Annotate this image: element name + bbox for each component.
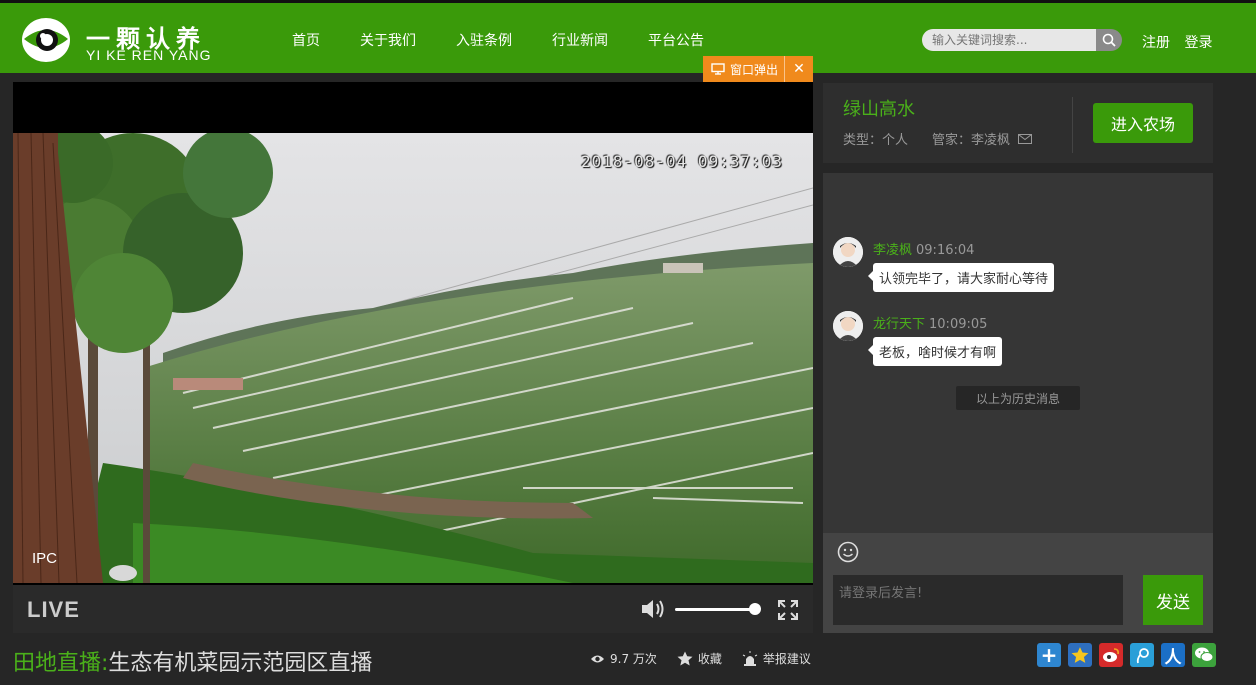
login-link[interactable]: 登录 — [1184, 35, 1212, 51]
volume-slider-handle[interactable] — [749, 603, 761, 615]
search-box — [922, 29, 1122, 51]
farm-info-panel: 绿山高水 类型：个人 管家：李凌枫 进入农场 — [823, 83, 1213, 163]
eye-icon — [591, 655, 604, 662]
nav-terms[interactable]: 入驻条例 — [436, 30, 532, 50]
chat-bubble: 认领完毕了，请大家耐心等待 — [867, 263, 1055, 292]
chat-message: 龙行天下 10:09:05 老板，啥时候才有啊 — [833, 311, 1203, 371]
program-title: 田地直播:生态有机菜园示范园区直播 — [13, 645, 372, 677]
player-controls: LIVE — [13, 585, 813, 633]
chat-message-input[interactable] — [833, 575, 1123, 625]
divider — [1072, 97, 1073, 153]
popout-window-button: 窗口弹出 ✕ — [703, 56, 813, 82]
camera-watermark: IPC — [32, 550, 58, 567]
enter-farm-button[interactable]: 进入农场 — [1093, 103, 1193, 143]
renren-icon[interactable]: 人 — [1161, 643, 1185, 668]
mail-icon[interactable] — [1018, 133, 1033, 144]
user-avatar-icon — [833, 237, 863, 267]
user-avatar-icon — [833, 311, 863, 341]
live-indicator: LIVE — [27, 597, 80, 622]
auth-links: 注册 登录 — [1142, 32, 1222, 52]
video-timestamp: 2018-08-04 09:37:03 — [580, 152, 783, 171]
farm-camera-feed — [13, 133, 813, 583]
star-icon — [677, 651, 693, 666]
emoji-icon[interactable] — [837, 541, 859, 563]
chat-bubble: 老板，啥时候才有啊 — [867, 337, 1003, 366]
popout-close-icon[interactable]: ✕ — [785, 61, 813, 77]
chat-message: 李凌枫 09:16:04 认领完毕了，请大家耐心等待 — [833, 237, 1203, 297]
weibo-icon[interactable] — [1099, 643, 1123, 667]
tencent-weibo-icon[interactable] — [1130, 643, 1154, 667]
favorite-button[interactable]: 收藏 — [677, 650, 722, 667]
popout-label-button[interactable]: 窗口弹出 — [703, 56, 786, 82]
report-label: 举报建议 — [762, 652, 811, 666]
volume-slider-track[interactable] — [675, 608, 755, 611]
alarm-light-icon — [742, 651, 758, 666]
send-button[interactable]: 发送 — [1143, 575, 1203, 625]
chat-message-header: 龙行天下 10:09:05 — [873, 313, 987, 332]
chat-time: 09:16:04 — [916, 243, 975, 258]
nav-news[interactable]: 行业新闻 — [532, 30, 628, 50]
chat-input-area: 发送 — [823, 533, 1213, 633]
fullscreen-icon[interactable] — [777, 599, 799, 621]
share-bar: + 人 — [1037, 643, 1216, 668]
nav-announcements[interactable]: 平台公告 — [628, 30, 724, 50]
search-button[interactable] — [1096, 29, 1122, 51]
program-stats: 9.7 万次 收藏 举报建议 — [590, 650, 811, 667]
plus-share-icon[interactable]: + — [1037, 643, 1061, 667]
nav-home[interactable]: 首页 — [272, 30, 340, 50]
search-icon — [1102, 33, 1116, 47]
view-count-value: 9.7 万次 — [610, 652, 657, 666]
chat-panel: 李凌枫 09:16:04 认领完毕了，请大家耐心等待 龙行天下 10:09:05 老… — [823, 173, 1213, 533]
wechat-icon[interactable] — [1192, 643, 1216, 667]
qzone-icon[interactable] — [1068, 643, 1092, 667]
nav-about[interactable]: 关于我们 — [340, 30, 436, 50]
program-name: 生态有机菜园示范园区直播 — [108, 651, 373, 676]
farm-meta: 类型：个人 管家：李凌枫 — [843, 129, 1033, 148]
video-player[interactable]: 2018-08-04 09:37:03 IPC — [13, 82, 813, 585]
chat-message-header: 李凌枫 09:16:04 — [873, 239, 974, 258]
brand-name-english: YI KE REN YANG — [86, 47, 212, 63]
farm-manager: 管家：李凌枫 — [932, 133, 1011, 148]
monitor-icon — [711, 63, 725, 75]
popout-label: 窗口弹出 — [730, 62, 779, 77]
search-input[interactable] — [922, 29, 1098, 51]
eye-logo-icon[interactable] — [20, 15, 72, 65]
main-nav: 首页 关于我们 入驻条例 行业新闻 平台公告 — [272, 3, 724, 76]
farm-name[interactable]: 绿山高水 — [843, 95, 915, 121]
report-button[interactable]: 举报建议 — [742, 650, 811, 667]
chat-username[interactable]: 龙行天下 — [873, 317, 925, 332]
favorite-label: 收藏 — [697, 652, 722, 666]
farm-type: 类型：个人 — [843, 133, 909, 148]
volume-icon[interactable] — [639, 597, 667, 621]
chat-time: 10:09:05 — [929, 317, 988, 332]
view-count: 9.7 万次 — [590, 650, 657, 667]
program-category: 田地直播: — [13, 651, 109, 676]
history-notice: 以上为历史消息 — [956, 386, 1080, 410]
chat-username[interactable]: 李凌枫 — [873, 243, 912, 258]
site-header: 一颗认养 YI KE REN YANG 首页 关于我们 入驻条例 行业新闻 平台… — [0, 0, 1256, 73]
register-link[interactable]: 注册 — [1142, 35, 1170, 51]
